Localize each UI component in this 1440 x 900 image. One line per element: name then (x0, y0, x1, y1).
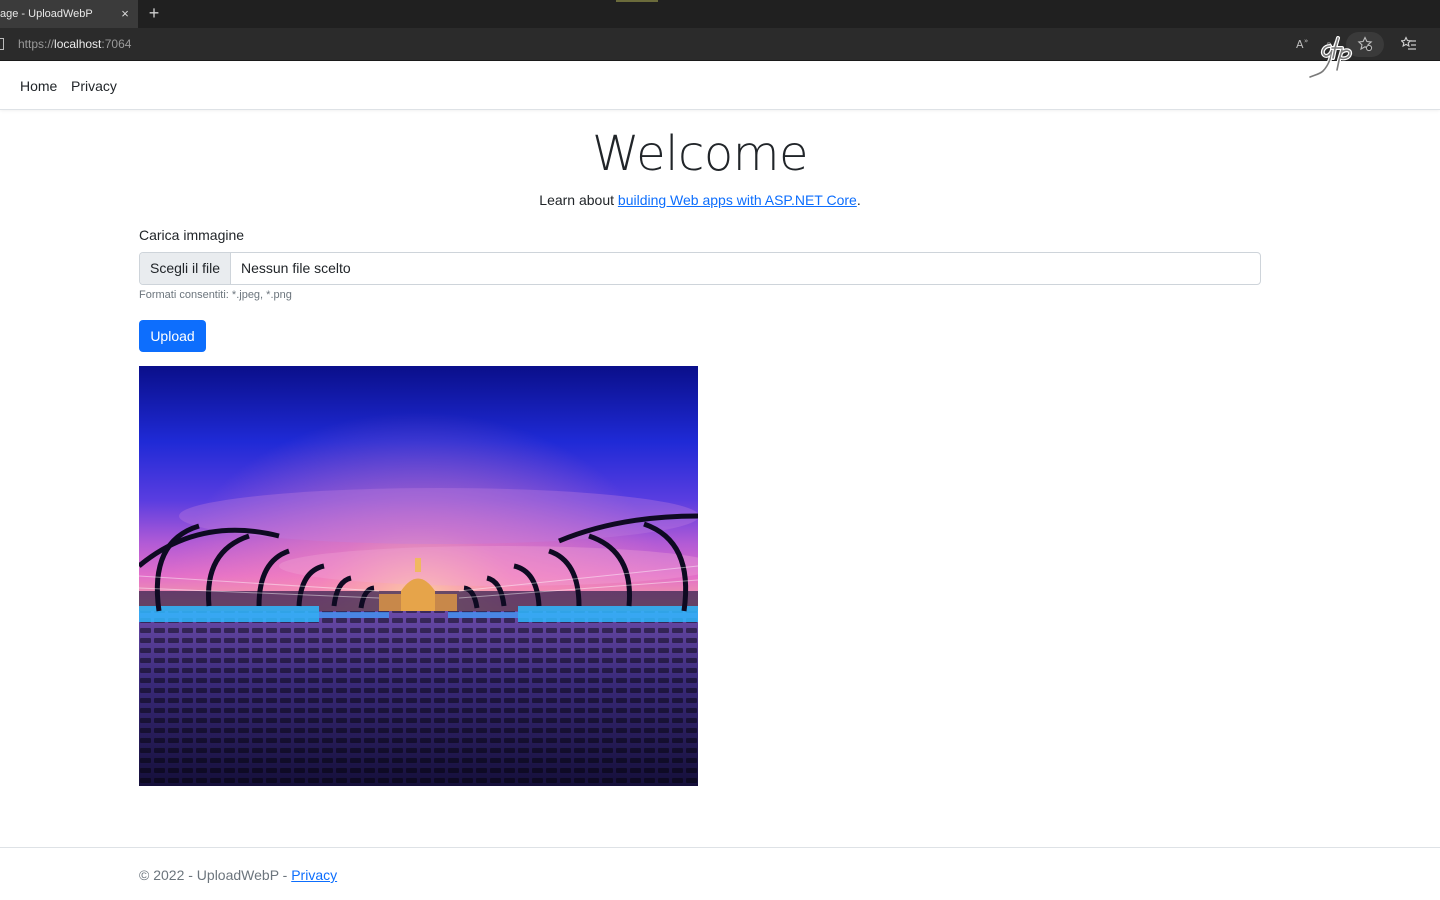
new-tab-icon[interactable]: + (144, 0, 164, 28)
url-scheme: https:// (18, 37, 55, 51)
favorites-icon[interactable] (1400, 36, 1418, 54)
choose-file-button[interactable]: Scegli il file (140, 253, 231, 284)
file-input[interactable]: Scegli il file Nessun file scelto (139, 252, 1261, 285)
footer-copyright: © 2022 - UploadWebP - (139, 867, 292, 883)
footer-privacy-link[interactable]: Privacy (291, 867, 337, 883)
format-hint: Formati consentiti: *.jpeg, *.png (139, 289, 292, 301)
nav-link-privacy[interactable]: Privacy (71, 62, 117, 110)
site-navbar: Home Privacy (0, 62, 1440, 110)
close-tab-icon[interactable]: × (118, 0, 132, 28)
svg-text:A: A (1296, 38, 1304, 51)
tab-strip-accent (616, 0, 658, 2)
intro-text: Learn about building Web apps with ASP.N… (0, 192, 1400, 208)
signature-watermark (1308, 36, 1353, 79)
url-port: :7064 (101, 37, 132, 51)
nav-link-home[interactable]: Home (20, 62, 57, 110)
footer-text: © 2022 - UploadWebP - Privacy (139, 867, 337, 883)
url-field[interactable]: https://localhost:7064 (18, 28, 131, 61)
browser-tab[interactable]: age - UploadWebP × (0, 0, 138, 28)
uploaded-image (139, 366, 698, 786)
tab-title: age - UploadWebP (0, 8, 93, 20)
file-status: Nessun file scelto (241, 260, 351, 276)
site-footer: © 2022 - UploadWebP - Privacy (0, 847, 1440, 900)
browser-tab-bar: age - UploadWebP × + (0, 0, 1440, 28)
upload-label: Carica immagine (139, 227, 245, 243)
intro-suffix: . (856, 192, 861, 208)
upload-button[interactable]: Upload (139, 320, 206, 352)
page-title: Welcome (591, 126, 809, 182)
url-host: localhost (54, 37, 102, 51)
address-bar: https://localhost:7064 A» aA (0, 28, 1440, 61)
aspnet-docs-link[interactable]: building Web apps with ASP.NET Core (618, 192, 857, 208)
intro-prefix: Learn about (539, 192, 618, 208)
lock-icon (0, 38, 4, 50)
